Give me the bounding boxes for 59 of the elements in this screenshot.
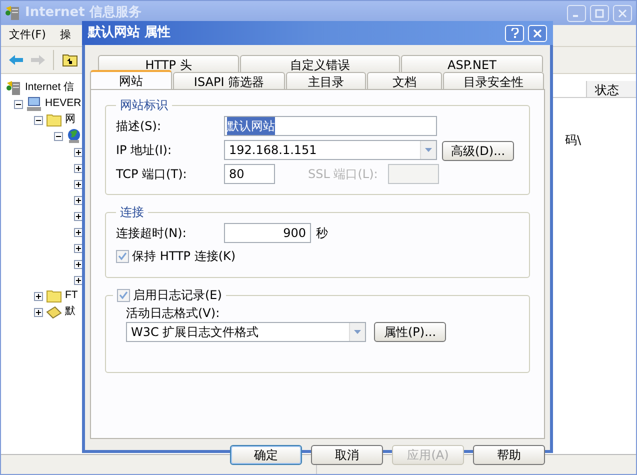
checkbox-label[interactable]: 保持 HTTP 连接(K) [132, 247, 236, 265]
tab[interactable]: HTTP 头 [98, 55, 239, 72]
window-title: Internet 信息服务 [25, 4, 142, 22]
keep-alive-checkbox[interactable] [116, 250, 129, 262]
group-label: 连接 [119, 204, 145, 221]
advanced-button[interactable]: 高级(D)... [442, 141, 514, 161]
table-cell-text: 码\ [564, 132, 581, 149]
collapse-icon[interactable] [34, 116, 43, 124]
tree-item[interactable]: 网 [65, 112, 76, 128]
menu-item[interactable]: 操 [60, 27, 71, 44]
timeout-field[interactable]: 900 [224, 223, 311, 243]
dropdown-icon [425, 148, 432, 152]
server-icon [6, 80, 22, 96]
menu-item[interactable]: 文件(F) [9, 27, 46, 44]
tab[interactable]: 目录安全性 [443, 72, 544, 89]
tree-item[interactable]: FT [65, 288, 78, 304]
computer-icon [26, 96, 42, 112]
folder-icon [46, 288, 62, 304]
folder-up-icon[interactable] [62, 53, 78, 67]
tcp-port-field[interactable]: 80 [224, 164, 275, 184]
tab[interactable]: 主目录 [286, 72, 366, 89]
collapse-icon[interactable] [54, 132, 63, 140]
ip-address-dropdown[interactable]: 192.168.1.151 [224, 140, 437, 160]
unit-label: 秒 [316, 225, 328, 242]
back-arrow-icon[interactable] [9, 54, 23, 66]
tree-item[interactable]: HEVER [45, 96, 82, 112]
column-header[interactable]: 状态 [586, 81, 636, 97]
group-label: 网站标识 [119, 97, 169, 114]
properties-button[interactable]: 属性(P)... [374, 322, 446, 342]
envelope-icon [46, 304, 62, 320]
collapse-icon[interactable] [14, 100, 23, 108]
globe-icon [66, 128, 82, 144]
log-format-dropdown[interactable]: W3C 扩展日志文件格式 [126, 322, 366, 342]
field-label: IP 地址(I): [116, 142, 173, 159]
tab[interactable]: 网站 [90, 70, 172, 89]
tab[interactable]: 自定义错误 [240, 55, 400, 72]
dropdown-icon [354, 330, 361, 334]
field-label: 连接超时(N): [116, 225, 188, 242]
dialog-button[interactable]: 确定 [230, 445, 302, 465]
field-label: TCP 端口(T): [116, 166, 188, 183]
description-field[interactable]: 默认网站 [224, 116, 437, 136]
tab[interactable]: ASP.NET [401, 55, 543, 72]
field-label: 活动日志格式(V): [126, 305, 221, 322]
tab[interactable]: ISAPI 筛选器 [173, 72, 285, 89]
dialog-button[interactable]: 帮助 [473, 445, 545, 465]
tree-item[interactable]: Internet 信 [25, 80, 75, 96]
checkbox-label[interactable]: 启用日志记录(E) [133, 286, 222, 304]
expand-icon[interactable] [34, 292, 43, 300]
help-icon[interactable] [505, 24, 524, 42]
tree-item[interactable]: 默 [65, 304, 76, 320]
server-icon [5, 5, 21, 21]
logging-checkbox[interactable] [117, 288, 130, 302]
dialog-button[interactable]: 取消 [311, 445, 383, 465]
folder-icon [46, 112, 62, 128]
field-label: 描述(S): [116, 118, 162, 135]
dialog-title: 默认网站 属性 [88, 24, 171, 42]
tab[interactable]: 文档 [367, 72, 442, 89]
field-label: SSL 端口(L): [308, 166, 379, 183]
expand-icon[interactable] [34, 308, 43, 316]
